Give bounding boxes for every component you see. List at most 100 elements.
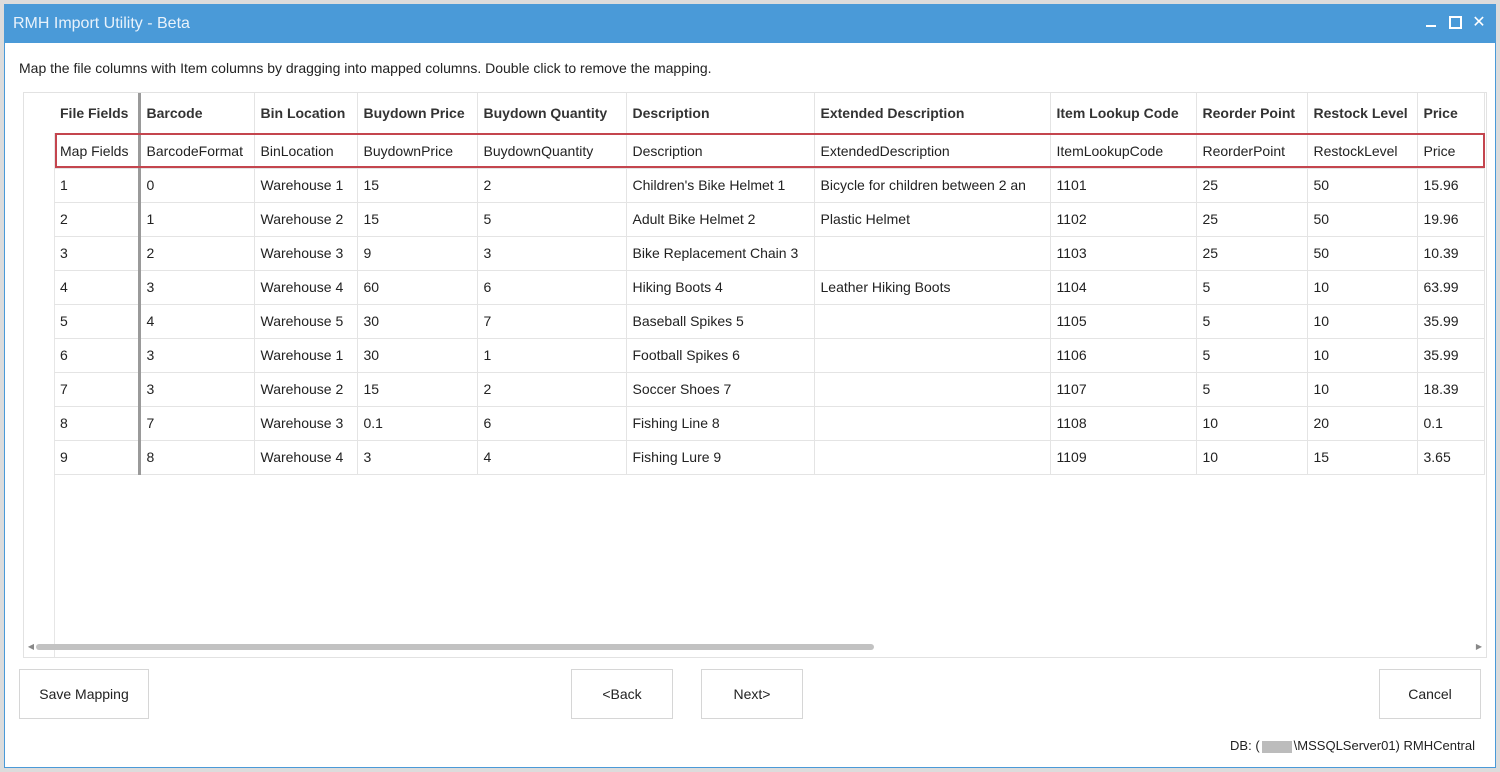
table-row[interactable]: 3 2 Warehouse 3 9 3 Bike Replacement Chain 31… <box>54 236 1485 271</box>
table-row[interactable]: 4 3 Warehouse 4 60 6 Hiking Boots 4 Leather Hi… <box>54 270 1485 305</box>
mapped-field-cell[interactable]: BarcodeFormat <box>139 133 255 169</box>
table-cell: 6 <box>54 338 141 373</box>
mapped-field-cell[interactable]: BuydownQuantity <box>477 133 627 169</box>
table-cell: 4 <box>477 440 627 475</box>
db-status: DB: (\MSSQLServer01) RMHCentral <box>1230 738 1475 753</box>
mapped-field-cell[interactable]: BuydownPrice <box>357 133 478 169</box>
table-cell: 19.96 <box>1417 202 1485 237</box>
column-header[interactable]: Buydown Price <box>357 93 478 134</box>
column-header[interactable]: Description <box>626 93 815 134</box>
next-button[interactable]: Next> <box>701 669 803 719</box>
title-bar[interactable]: RMH Import Utility - Beta ✕ <box>5 5 1495 43</box>
table-cell: Warehouse 4 <box>254 270 358 305</box>
table-cell <box>814 406 1051 441</box>
scroll-left-arrow-icon[interactable]: ◀ <box>26 641 36 653</box>
mapped-field-cell[interactable]: Price <box>1417 133 1485 169</box>
instructions-text: Map the file columns with Item columns b… <box>19 60 712 76</box>
column-header[interactable]: Restock Level <box>1307 93 1418 134</box>
window-title: RMH Import Utility - Beta <box>13 15 190 32</box>
table-cell: Soccer Shoes 7 <box>626 372 815 407</box>
table-cell: 15 <box>357 202 478 237</box>
table-cell: 7 <box>139 406 255 441</box>
table-cell: 30 <box>357 338 478 373</box>
table-cell: 10 <box>1307 338 1418 373</box>
map-fields-row: Map Fields BarcodeFormat BinLocation Buydow… <box>54 133 1485 169</box>
table-cell: 1108 <box>1050 406 1197 441</box>
table-cell: 7 <box>477 304 627 339</box>
table-row[interactable]: 8 7 Warehouse 3 0.1 6 Fishing Line 8 1108 10 20 0… <box>54 406 1485 441</box>
table-cell: 2 <box>139 236 255 271</box>
table-cell: 9 <box>54 440 141 475</box>
table-cell: 1106 <box>1050 338 1197 373</box>
table-cell: 0 <box>139 168 255 203</box>
table-cell: 3 <box>54 236 141 271</box>
mapped-field-cell[interactable]: Map Fields <box>54 133 141 169</box>
minimize-icon <box>1426 25 1436 27</box>
column-header[interactable]: File Fields <box>54 93 141 134</box>
table-cell: Warehouse 4 <box>254 440 358 475</box>
table-row[interactable]: 1 0 Warehouse 1 15 2 Children's Bike Helmet 1… <box>54 168 1485 203</box>
table-cell: 1 <box>477 338 627 373</box>
table-cell: 6 <box>477 406 627 441</box>
maximize-icon <box>1448 16 1462 29</box>
column-header[interactable]: Extended Description <box>814 93 1051 134</box>
table-cell: Adult Bike Helmet 2 <box>626 202 815 237</box>
table-cell: Warehouse 5 <box>254 304 358 339</box>
minimize-button[interactable] <box>1421 13 1441 33</box>
table-cell: 30 <box>357 304 478 339</box>
table-row[interactable]: 7 3 Warehouse 2 15 2 Soccer Shoes 7 1107 5 10 18.… <box>54 372 1485 407</box>
mapped-field-cell[interactable]: ReorderPoint <box>1196 133 1308 169</box>
mapped-field-cell[interactable]: ItemLookupCode <box>1050 133 1197 169</box>
scrollbar-thumb[interactable] <box>36 644 874 650</box>
mapped-field-cell[interactable]: RestockLevel <box>1307 133 1418 169</box>
column-header[interactable]: Item Lookup Code <box>1050 93 1197 134</box>
table-row[interactable]: 6 3 Warehouse 1 30 1 Football Spikes 6 1106 5 10… <box>54 338 1485 373</box>
table-cell: 0.1 <box>1417 406 1485 441</box>
table-row[interactable]: 9 8 Warehouse 4 3 4 Fishing Lure 9 1109 10 15 3.6… <box>54 440 1485 475</box>
table-cell: 3 <box>477 236 627 271</box>
back-button[interactable]: <Back <box>571 669 673 719</box>
save-mapping-button[interactable]: Save Mapping <box>19 669 149 719</box>
horizontal-scrollbar[interactable]: ◀ ▶ <box>24 641 1486 653</box>
table-cell: Warehouse 3 <box>254 406 358 441</box>
scroll-right-arrow-icon[interactable]: ▶ <box>1474 641 1484 653</box>
maximize-button[interactable] <box>1445 13 1465 33</box>
table-cell: Baseball Spikes 5 <box>626 304 815 339</box>
table-row[interactable]: 5 4 Warehouse 5 30 7 Baseball Spikes 5 1105 5 10… <box>54 304 1485 339</box>
table-cell: 25 <box>1196 236 1308 271</box>
db-status-suffix: \MSSQLServer01) RMHCentral <box>1293 738 1475 753</box>
table-cell: 35.99 <box>1417 304 1485 339</box>
column-header[interactable]: Bin Location <box>254 93 358 134</box>
table-cell: 1 <box>139 202 255 237</box>
table-cell: 9 <box>357 236 478 271</box>
column-header[interactable]: Barcode <box>139 93 255 134</box>
table-cell: 60 <box>357 270 478 305</box>
mapped-field-cell[interactable]: BinLocation <box>254 133 358 169</box>
column-header[interactable]: Price <box>1417 93 1485 134</box>
mapped-field-cell[interactable]: ExtendedDescription <box>814 133 1051 169</box>
table-cell: 3.65 <box>1417 440 1485 475</box>
table-cell: 25 <box>1196 202 1308 237</box>
column-header[interactable]: Buydown Quantity <box>477 93 627 134</box>
table-cell: 50 <box>1307 168 1418 203</box>
mapping-table: File Fields Barcode Bin Location Buydown Pr… <box>54 93 1485 475</box>
table-cell: Fishing Lure 9 <box>626 440 815 475</box>
cancel-button[interactable]: Cancel <box>1379 669 1481 719</box>
table-cell: Warehouse 1 <box>254 168 358 203</box>
column-header[interactable]: Reorder Point <box>1196 93 1308 134</box>
close-button[interactable]: ✕ <box>1469 13 1489 33</box>
table-cell <box>814 338 1051 373</box>
mapping-grid[interactable]: File Fields Barcode Bin Location Buydown Pr… <box>23 92 1487 658</box>
mapped-field-cell[interactable]: Description <box>626 133 815 169</box>
table-cell <box>814 304 1051 339</box>
import-utility-window: RMH Import Utility - Beta ✕ Map the file… <box>4 4 1496 768</box>
table-cell: 10 <box>1307 270 1418 305</box>
column-header-row: File Fields Barcode Bin Location Buydown Pr… <box>54 93 1485 134</box>
table-cell: 10.39 <box>1417 236 1485 271</box>
row-header-column <box>24 93 55 657</box>
table-cell: 5 <box>1196 338 1308 373</box>
table-cell: 35.99 <box>1417 338 1485 373</box>
redacted-server-name <box>1261 740 1292 753</box>
table-row[interactable]: 2 1 Warehouse 2 15 5 Adult Bike Helmet 2 Plast… <box>54 202 1485 237</box>
table-cell: 10 <box>1307 304 1418 339</box>
